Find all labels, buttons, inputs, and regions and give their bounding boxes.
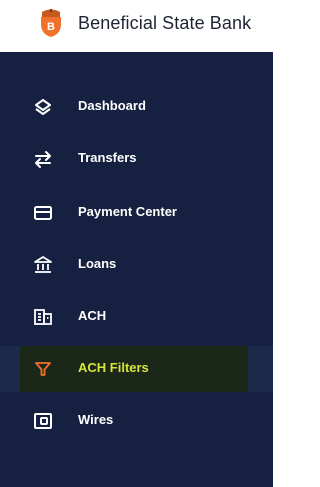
layers-icon [33,97,53,117]
sidebar-item-transfers[interactable]: Transfers [0,136,273,182]
svg-text:B: B [47,21,55,33]
bank-building-icon [33,255,53,275]
sidebar-item-loans[interactable]: Loans [0,242,273,288]
filter-icon [33,359,53,379]
transfer-arrows-icon [33,149,53,169]
sidebar-item-payment-center[interactable]: Payment Center [0,190,273,236]
sidebar-item-dashboard[interactable]: Dashboard [0,84,273,130]
bank-name: Beneficial State Bank [78,13,252,33]
sidebar-item-label: ACH [78,308,107,323]
acorn-logo[interactable]: B [38,8,64,38]
sidebar-item-ach-filters[interactable]: ACH Filters [0,346,273,392]
sidebar-item-label: Loans [78,256,117,271]
sidebar-item-label: ACH Filters [78,360,149,375]
card-icon [33,203,53,223]
app-header: B Beneficial State Bank [0,0,273,52]
sidebar-item-label: Wires [78,412,114,427]
sidebar-item-label: Dashboard [78,98,146,113]
sidebar-nav: Dashboard Transfers Payment Center Loans… [0,52,273,487]
sidebar-item-wires[interactable]: Wires [0,398,273,444]
wallet-icon [33,411,53,431]
sidebar-item-label: Payment Center [78,204,177,219]
sidebar-item-ach[interactable]: ACH [0,294,273,340]
sidebar-item-label: Transfers [78,150,137,165]
ach-building-icon [33,307,53,327]
